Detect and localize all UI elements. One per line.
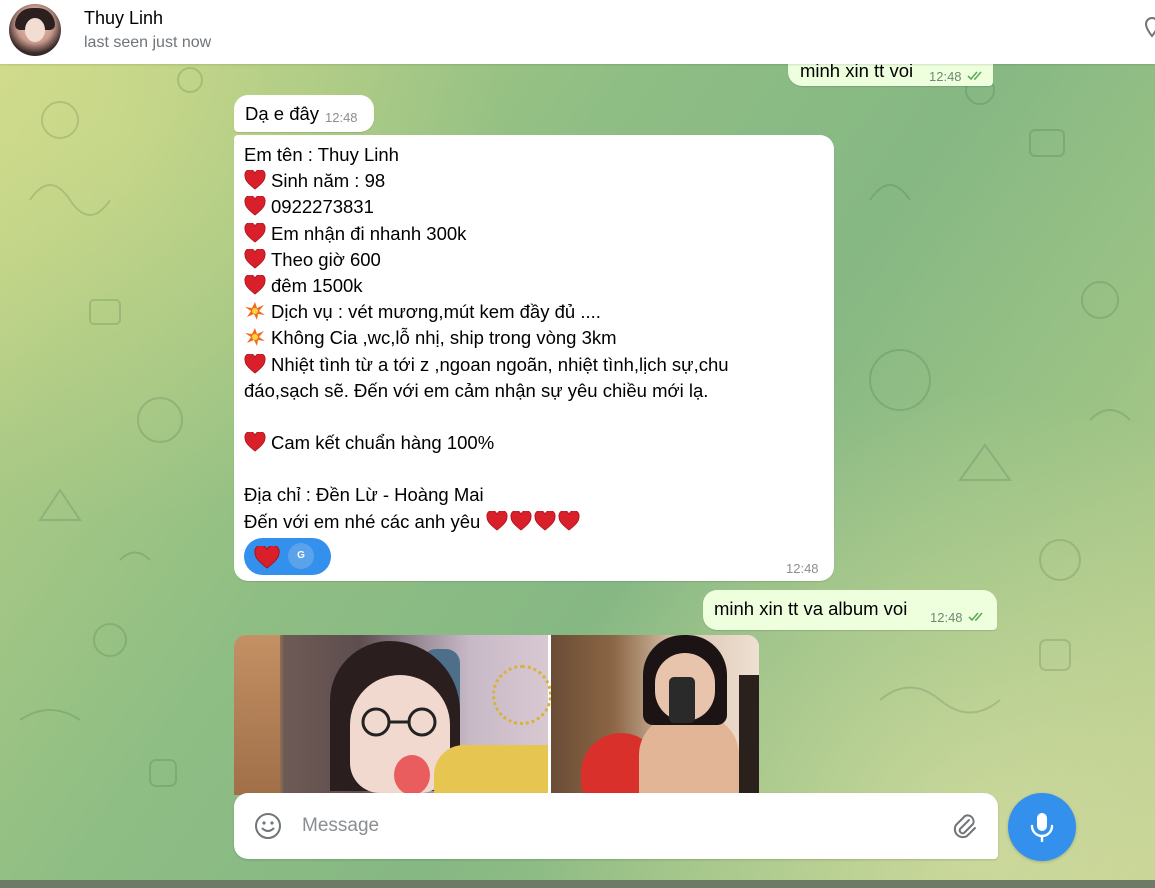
message-line: Đến với em nhé các anh yêu: [244, 509, 729, 535]
heart-icon: [244, 432, 266, 452]
contact-name[interactable]: Thuy Linh: [84, 8, 163, 29]
location-pin-icon[interactable]: [1145, 16, 1155, 38]
message-line-text: đêm 1500k: [271, 274, 363, 296]
contact-status: last seen just now: [84, 34, 212, 51]
collision-icon: [245, 328, 265, 347]
message-line-text: 0922273831: [271, 196, 374, 218]
reactor-avatar: G: [288, 543, 314, 569]
message-line: Em nhận đi nhanh 300k: [244, 221, 729, 247]
window-bottom-edge: [0, 880, 1155, 888]
photo-phone: [669, 677, 695, 723]
heart-icon: [486, 510, 508, 531]
photo-star-lantern: [492, 665, 552, 725]
message-outgoing-album-request[interactable]: minh xin tt va album voi 12:48: [703, 590, 997, 630]
double-check-icon: [968, 612, 983, 622]
message-text-block: Em tên : Thuy Linh Sinh năm : 98 092227383…: [244, 142, 729, 535]
photo-blur-mark: [394, 755, 430, 795]
paperclip-icon[interactable]: [950, 811, 978, 841]
photo-door: [234, 635, 280, 795]
message-line: đêm 1500k: [244, 273, 729, 299]
message-time: 12:48: [929, 69, 962, 84]
contact-avatar[interactable]: [9, 4, 61, 56]
message-line-text: đáo,sạch sẽ. Đến với em cảm nhận sự yêu …: [244, 379, 709, 401]
message-composer: [234, 793, 998, 859]
voice-record-button[interactable]: [1008, 793, 1076, 861]
message-line: Theo giờ 600: [244, 247, 729, 273]
photo-body: [639, 715, 739, 795]
photo-frame: [739, 675, 759, 795]
heart-icon: [244, 248, 266, 269]
photo-shirt: [434, 745, 548, 795]
message-meta: 12:48: [930, 605, 987, 627]
message-text: minh xin tt va album voi: [714, 598, 908, 619]
photo-glasses: [361, 707, 437, 737]
message-time: 12:48: [930, 610, 963, 625]
message-line: Không Cia ,wc,lỗ nhị, ship trong vòng 3k…: [244, 325, 729, 351]
avatar-face: [25, 18, 45, 42]
trailing-hearts: [486, 510, 582, 532]
message-line: Dịch vụ : vét mương,mút kem đầy đủ ....: [244, 299, 729, 325]
message-line: Địa chỉ : Đền Lừ - Hoàng Mai: [244, 482, 729, 508]
heart-icon: [558, 510, 580, 531]
message-line-text: Đến với em nhé các anh yêu: [244, 510, 481, 532]
heart-icon: [244, 353, 266, 374]
message-line: Nhiệt tình từ a tới z ,ngoan ngoãn, nhiệ…: [244, 352, 729, 378]
message-meta: 12:48: [929, 64, 986, 86]
message-input[interactable]: [302, 809, 902, 843]
message-line: Em tên : Thuy Linh: [244, 142, 729, 168]
message-line-text: Theo giờ 600: [271, 248, 381, 270]
heart-reaction-icon: [254, 546, 280, 569]
heart-icon: [534, 510, 556, 531]
heart-icon: [244, 170, 266, 190]
message-line: [244, 456, 729, 482]
message-line-text: Không Cia ,wc,lỗ nhị, ship trong vòng 3k…: [271, 327, 617, 349]
message-incoming-profile[interactable]: Em tên : Thuy Linh Sinh năm : 98 092227383…: [234, 135, 834, 581]
message-time: 12:48: [325, 110, 358, 125]
message-line-text: Dịch vụ : vét mương,mút kem đầy đủ ....: [271, 301, 601, 323]
album-photo-2[interactable]: [551, 635, 759, 795]
emoji-icon[interactable]: [254, 812, 282, 840]
message-line-text: Em nhận đi nhanh 300k: [271, 222, 467, 244]
message-incoming-intro[interactable]: Dạ e đây 12:48: [234, 95, 374, 132]
microphone-icon: [1030, 813, 1054, 842]
double-check-icon: [967, 71, 982, 81]
heart-icon: [244, 196, 266, 216]
message-line: đáo,sạch sẽ. Đến với em cảm nhận sự yêu …: [244, 378, 729, 404]
message-line-text: Nhiệt tình từ a tới z ,ngoan ngoãn, nhiệ…: [271, 353, 729, 375]
chat-header: Thuy Linh last seen just now: [0, 0, 1155, 64]
message-line-text: Địa chỉ : Đền Lừ - Hoàng Mai: [244, 484, 484, 506]
message-line-text: Em tên : Thuy Linh: [244, 144, 399, 165]
collision-icon: [245, 302, 265, 321]
message-line: Sinh năm : 98: [244, 168, 729, 194]
message-line-text: Sinh năm : 98: [271, 170, 386, 192]
heart-icon: [244, 274, 266, 295]
reaction-chip[interactable]: G: [244, 538, 331, 575]
message-line-text: Cam kết chuẩn hàng 100%: [271, 432, 495, 454]
heart-icon: [510, 510, 532, 531]
heart-icon: [244, 222, 266, 243]
photo-album: [234, 635, 759, 795]
album-photo-1[interactable]: [234, 635, 552, 795]
message-time: 12:48: [786, 561, 819, 576]
message-line: 0922273831: [244, 194, 729, 220]
message-text: Dạ e đây: [245, 103, 320, 124]
message-line: [244, 404, 729, 430]
message-line: Cam kết chuẩn hàng 100%: [244, 430, 729, 456]
